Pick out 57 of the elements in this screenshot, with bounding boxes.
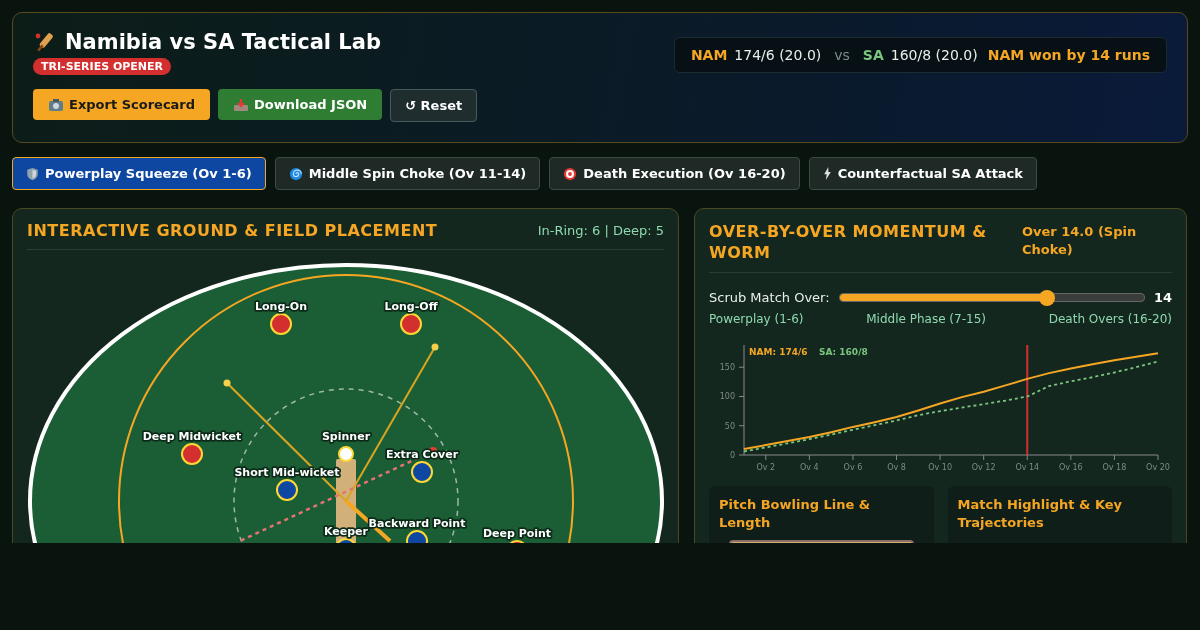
slider-value: 14 (1153, 290, 1172, 305)
axis-tick-label: 50 (724, 421, 735, 431)
target-icon (563, 166, 578, 181)
fielder-label: Deep Midwicket (142, 430, 242, 443)
lightning-icon (822, 167, 832, 180)
series-badge: TRI-SERIES OPENER (33, 58, 171, 75)
reset-button[interactable]: ↺ Reset (390, 89, 478, 122)
fielder-marker[interactable] (335, 538, 357, 543)
slider-label: Scrub Match Over: (709, 290, 830, 305)
phase-label: Death Overs (16-20) (1048, 312, 1172, 326)
page-title: Namibia vs SA Tactical Lab (65, 30, 381, 54)
axis-tick-label: 150 (719, 363, 735, 373)
axis-tick-label: Ov 10 (928, 463, 952, 472)
axis-tick-label: Ov 2 (756, 463, 776, 472)
card-title: Pitch Bowling Line & Length (719, 496, 872, 532)
axis-tick-label: Ov 4 (800, 463, 819, 472)
inbox-tray-icon (233, 97, 250, 112)
shield-icon (26, 166, 39, 181)
axis-tick-label: Ov 20 (1146, 463, 1170, 472)
team-code: NAM (690, 47, 728, 63)
scenario-tab[interactable]: Death Execution (Ov 16-20) (549, 157, 800, 190)
axis-tick-label: Ov 12 (971, 463, 996, 472)
axis-tick-label: Ov 6 (843, 463, 863, 472)
team-code: SA (862, 47, 884, 63)
export-scorecard-button[interactable]: Export Scorecard (33, 89, 211, 120)
panel-title: OVER-BY-OVER MOMENTUM & WORM (709, 221, 988, 263)
legend-label: SA: 160/8 (819, 347, 868, 357)
over-status: Over 14.0 (Spin Choke) (1022, 223, 1138, 259)
axis-tick-label: 100 (719, 392, 735, 402)
spiral-icon (288, 166, 303, 181)
scenario-tab[interactable]: Counterfactual SA Attack (808, 157, 1037, 190)
download-json-button[interactable]: Download JSON (218, 89, 383, 120)
fielder-marker[interactable] (338, 446, 354, 462)
scenario-tab[interactable]: Middle Spin Choke (Ov 11-14) (274, 157, 541, 190)
phase-label: Middle Phase (7-15) (866, 312, 986, 326)
axis-tick-label: Ov 18 (1102, 463, 1127, 472)
fielder-label: Extra Cover (385, 448, 459, 461)
fielder-label: Long-On (255, 300, 307, 313)
fielder-label: Spinner (321, 430, 371, 443)
axis-tick-label: Ov 8 (887, 463, 906, 472)
axis-tick-label: Ov 14 (1015, 463, 1040, 472)
team-score: 174/6 (20.0) (734, 47, 822, 63)
versus-label: vs (834, 47, 850, 63)
fielder-label: Deep Point (482, 527, 552, 540)
axis-tick-label: 0 (729, 451, 735, 460)
scenario-tab[interactable]: Powerplay Squeeze (Ov 1-6) (12, 157, 266, 190)
axis-tick-label: Ov 16 (1058, 463, 1083, 472)
slider-thumb[interactable] (1038, 289, 1055, 306)
card-title: Match Highlight & Key Trajectories (957, 496, 1124, 532)
legend-label: NAM: 174/6 (749, 347, 808, 357)
panel-title: INTERACTIVE GROUND & FIELD PLACEMENT (27, 221, 438, 240)
fielder-count: In-Ring: 6 | Deep: 5 (537, 223, 664, 238)
fielder-label: Long-Off (384, 300, 438, 313)
team-score: 160/8 (20.0) (890, 47, 978, 63)
phase-label: Powerplay (1-6) (709, 312, 804, 326)
camera-icon (48, 97, 64, 112)
match-result: NAM won by 14 runs (987, 47, 1150, 63)
